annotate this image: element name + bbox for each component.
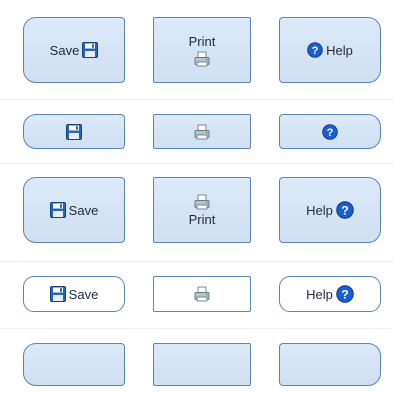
floppy-disk-icon [49, 202, 66, 218]
svg-text:?: ? [341, 288, 349, 302]
save-icon-button[interactable] [23, 114, 125, 149]
printer-icon [194, 286, 210, 302]
row-divider [0, 261, 393, 262]
print-icon-button[interactable] [153, 276, 251, 312]
row-divider [0, 328, 393, 329]
print-button-label: Print [188, 211, 216, 227]
printer-icon [194, 124, 210, 140]
help-button[interactable]: ? Help [279, 17, 381, 83]
svg-text:?: ? [341, 204, 349, 218]
svg-text:?: ? [327, 127, 334, 139]
blank-button[interactable] [23, 343, 125, 386]
blank-button[interactable] [153, 343, 251, 386]
help-icon-button[interactable]: ? [279, 114, 381, 149]
save-button[interactable]: Save [23, 276, 125, 312]
save-button-label: Save [49, 42, 80, 58]
save-button[interactable]: Save [23, 177, 125, 243]
question-mark-icon: ? [322, 123, 338, 140]
help-button[interactable]: Help ? [279, 177, 381, 243]
printer-icon [194, 51, 210, 67]
help-button-label: Help [306, 286, 333, 302]
question-mark-icon: ? [307, 42, 323, 58]
button-demo-panel: Save Print ? Help ? Save Print Help ? Sa… [0, 0, 393, 393]
question-mark-icon: ? [336, 285, 354, 303]
question-mark-icon: ? [336, 201, 354, 219]
row-divider [0, 163, 393, 164]
floppy-disk-icon [82, 42, 99, 58]
printer-icon [194, 194, 210, 210]
row-divider [0, 99, 393, 100]
save-button-label: Save [68, 202, 99, 218]
save-button-label: Save [68, 286, 99, 302]
floppy-disk-icon [66, 123, 82, 140]
svg-text:?: ? [312, 45, 319, 57]
help-button-label: Help [306, 202, 333, 218]
blank-button[interactable] [279, 343, 381, 386]
print-button[interactable]: Print [153, 17, 251, 83]
help-button[interactable]: Help ? [279, 276, 381, 312]
print-icon-button[interactable] [153, 114, 251, 149]
print-button[interactable]: Print [153, 177, 251, 243]
floppy-disk-icon [49, 286, 66, 302]
help-button-label: Help [326, 42, 353, 58]
print-button-label: Print [188, 33, 216, 49]
save-button[interactable]: Save [23, 17, 125, 83]
